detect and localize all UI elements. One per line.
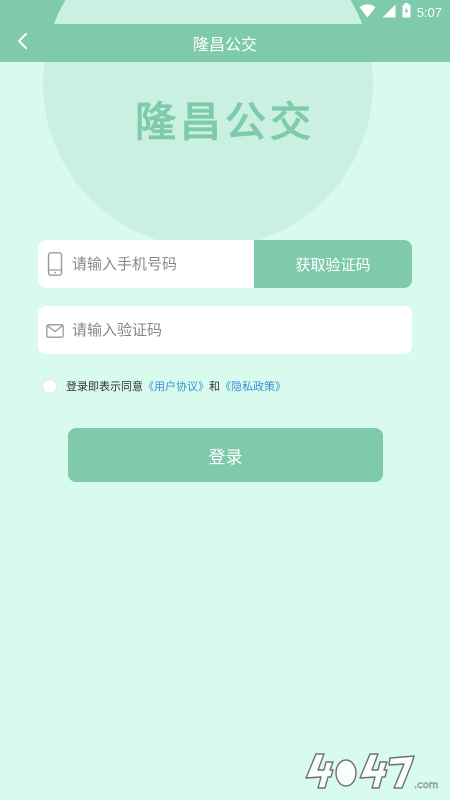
phone-field-row: 获取验证码 (38, 240, 412, 288)
mail-icon (46, 323, 64, 338)
watermark-logo: .com (302, 748, 442, 794)
agreement-row: 登录即表示同意 《用户协议》 和 《隐私政策》 (42, 377, 286, 395)
phone-icon (46, 252, 64, 276)
svg-text:.com: .com (414, 780, 439, 791)
login-button[interactable]: 登录 (68, 428, 383, 482)
code-field-row (38, 306, 412, 354)
user-agreement-link[interactable]: 《用户协议》 (143, 378, 209, 394)
agreement-conjunction: 和 (209, 380, 220, 393)
agreement-prefix: 登录即表示同意 (66, 380, 143, 393)
phone-input[interactable] (72, 240, 252, 288)
login-form: 获取验证码 登录即表示同意 《用户协议》 和 《隐私政策》 登录 .com (0, 0, 450, 800)
verification-code-input[interactable] (72, 306, 392, 354)
privacy-policy-link[interactable]: 《隐私政策》 (220, 378, 286, 394)
get-verification-code-button[interactable]: 获取验证码 (254, 240, 412, 288)
agreement-checkbox[interactable] (42, 378, 57, 394)
